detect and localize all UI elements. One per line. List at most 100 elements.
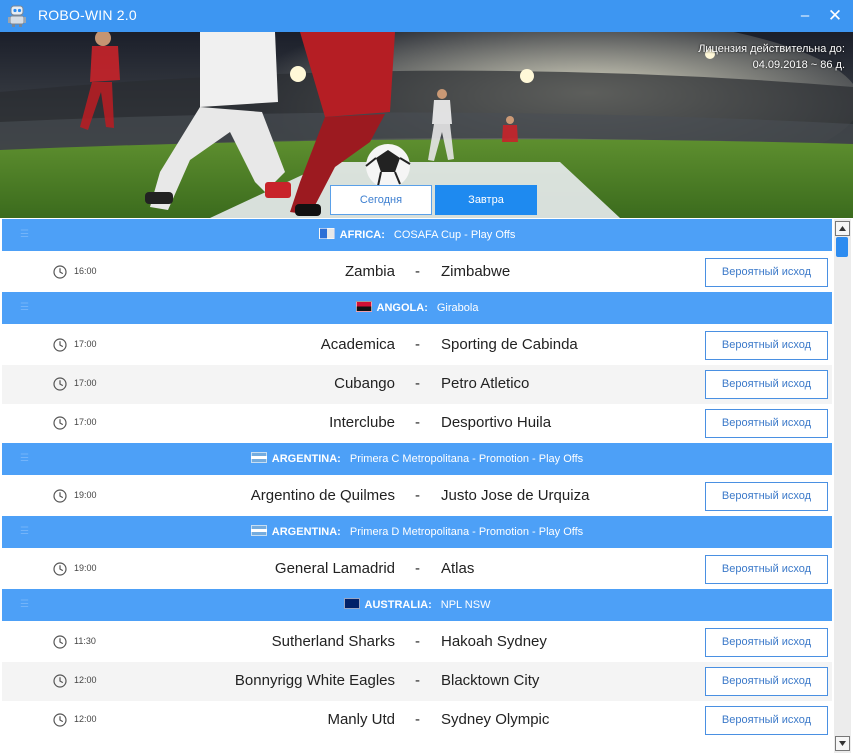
away-team: Desportivo Huila xyxy=(441,414,552,431)
clock-icon xyxy=(53,713,67,727)
away-team: Petro Atletico xyxy=(441,375,530,392)
away-team: Justo Jose de Urquiza xyxy=(441,487,590,504)
match-time: 19:00 xyxy=(74,490,97,500)
away-team: Sydney Olympic xyxy=(441,711,550,728)
home-team: Bonnyrigg White Eagles xyxy=(234,672,395,689)
team-separator: - xyxy=(415,487,420,504)
league-competition: NPL NSW xyxy=(440,599,491,611)
league-country: AUSTRALIA: xyxy=(364,599,432,611)
match-row: 12:00 Bonnyrigg White Eagles - Blacktown Ci… xyxy=(2,662,832,701)
probable-outcome-button[interactable]: Вероятный исход xyxy=(705,706,828,735)
match-row: 16:00 Zambia - Zimbabwe Вероятный исход xyxy=(2,253,832,292)
probable-outcome-button[interactable]: Вероятный исход xyxy=(705,370,828,399)
title-bar[interactable]: ROBO-WIN 2.0 – ✕ xyxy=(0,0,853,32)
away-team: Sporting de Cabinda xyxy=(441,336,578,353)
home-team: Sutherland Sharks xyxy=(271,633,395,650)
league-country: ANGOLA: xyxy=(376,302,428,314)
team-separator: - xyxy=(415,711,420,728)
stadium-banner: Лицензия действительна до: 04.09.2018 ~ … xyxy=(0,32,853,218)
league-competition: Girabola xyxy=(436,302,479,314)
team-separator: - xyxy=(415,560,420,577)
match-row: 17:00 Academica - Sporting de Cabinda Вероят… xyxy=(2,326,832,365)
league-competition: Primera C Metropolitana - Promotion - Pl… xyxy=(349,453,584,465)
league-country: ARGENTINA: xyxy=(271,526,341,538)
home-team: General Lamadrid xyxy=(274,560,395,577)
clock-icon xyxy=(53,416,67,430)
license-label: Лицензия действительна до: xyxy=(698,43,845,55)
clock-icon xyxy=(53,338,67,352)
country-flag-icon xyxy=(343,598,360,609)
robot-icon xyxy=(8,5,26,27)
vertical-scrollbar[interactable] xyxy=(834,219,851,753)
tab-tomorrow[interactable]: Завтра xyxy=(435,185,537,215)
country-flag-icon xyxy=(250,525,267,536)
license-expiry: 04.09.2018 ~ 86 д. xyxy=(752,59,845,71)
clock-icon xyxy=(53,635,67,649)
away-team: Zimbabwe xyxy=(441,263,511,280)
clock-icon xyxy=(53,674,67,688)
home-team: Argentino de Quilmes xyxy=(250,487,395,504)
home-team: Manly Utd xyxy=(327,711,395,728)
country-flag-icon xyxy=(250,452,267,463)
match-row: 17:00 Cubango - Petro Atletico Вероятный исх… xyxy=(2,365,832,404)
clock-icon xyxy=(53,265,67,279)
league-country: ARGENTINA: xyxy=(271,453,341,465)
probable-outcome-button[interactable]: Вероятный исход xyxy=(705,258,828,287)
probable-outcome-button[interactable]: Вероятный исход xyxy=(705,331,828,360)
country-flag-icon xyxy=(355,301,372,312)
home-team: Interclube xyxy=(329,414,395,431)
league-header: ☰ AUSTRALIA: NPL NSW xyxy=(2,589,832,621)
app-title: ROBO-WIN 2.0 xyxy=(38,7,137,23)
team-separator: - xyxy=(415,414,420,431)
match-row: 19:00 General Lamadrid - Atlas Вероятный исх… xyxy=(2,550,832,589)
match-time: 12:00 xyxy=(74,714,97,724)
team-separator: - xyxy=(415,633,420,650)
league-competition: Primera D Metropolitana - Promotion - Pl… xyxy=(349,526,584,538)
match-time: 17:00 xyxy=(74,339,97,349)
home-team: Academica xyxy=(320,336,395,353)
league-competition: COSAFA Cup - Play Offs xyxy=(393,229,516,241)
match-row: 17:00 Interclube - Desportivo Huila Вероятны… xyxy=(2,404,832,443)
league-header: ☰ ARGENTINA: Primera C Metropolitana - Pro… xyxy=(2,443,832,475)
league-country: AFRICA: xyxy=(339,229,385,241)
clock-icon xyxy=(53,377,67,391)
away-team: Atlas xyxy=(441,560,475,577)
home-team: Zambia xyxy=(344,263,395,280)
home-team: Cubango xyxy=(334,375,395,392)
minimize-button[interactable]: – xyxy=(789,0,821,32)
match-row: 12:00 Manly Utd - Sydney Olympic Вероятный и… xyxy=(2,701,832,740)
away-team: Blacktown City xyxy=(441,672,540,689)
match-list[interactable]: ☰ AFRICA: COSAFA Cup - Play Offs 16:00 Zambi… xyxy=(2,219,832,755)
match-time: 12:00 xyxy=(74,675,97,685)
probable-outcome-button[interactable]: Вероятный исход xyxy=(705,667,828,696)
tab-today[interactable]: Сегодня xyxy=(330,185,432,215)
clock-icon xyxy=(53,562,67,576)
match-time: 16:00 xyxy=(74,266,97,276)
match-row: 11:30 Sutherland Sharks - Hakoah Sydney Веро… xyxy=(2,623,832,662)
team-separator: - xyxy=(415,375,420,392)
scroll-up-button[interactable] xyxy=(835,221,850,236)
match-time: 19:00 xyxy=(74,563,97,573)
team-separator: - xyxy=(415,263,420,280)
league-header: ☰ AFRICA: COSAFA Cup - Play Offs xyxy=(2,219,832,251)
probable-outcome-button[interactable]: Вероятный исход xyxy=(705,555,828,584)
probable-outcome-button[interactable]: Вероятный исход xyxy=(705,409,828,438)
clock-icon xyxy=(53,489,67,503)
license-info: Лицензия действительна до: 04.09.2018 ~ … xyxy=(698,41,845,73)
away-team: Hakoah Sydney xyxy=(441,633,547,650)
team-separator: - xyxy=(415,336,420,353)
league-header: ☰ ARGENTINA: Primera D Metropolitana - Pro… xyxy=(2,516,832,548)
country-flag-icon xyxy=(318,228,335,239)
match-row: 19:00 Argentino de Quilmes - Justo Jose de … xyxy=(2,477,832,516)
scroll-down-button[interactable] xyxy=(835,736,850,751)
probable-outcome-button[interactable]: Вероятный исход xyxy=(705,482,828,511)
league-header: ☰ ANGOLA: Girabola xyxy=(2,292,832,324)
close-button[interactable]: ✕ xyxy=(819,0,851,32)
scrollbar-thumb[interactable] xyxy=(836,237,848,257)
match-time: 11:30 xyxy=(74,636,96,646)
match-time: 17:00 xyxy=(74,417,97,427)
match-time: 17:00 xyxy=(74,378,97,388)
arrow-up-icon xyxy=(839,226,846,231)
arrow-down-icon xyxy=(839,741,846,746)
probable-outcome-button[interactable]: Вероятный исход xyxy=(705,628,828,657)
